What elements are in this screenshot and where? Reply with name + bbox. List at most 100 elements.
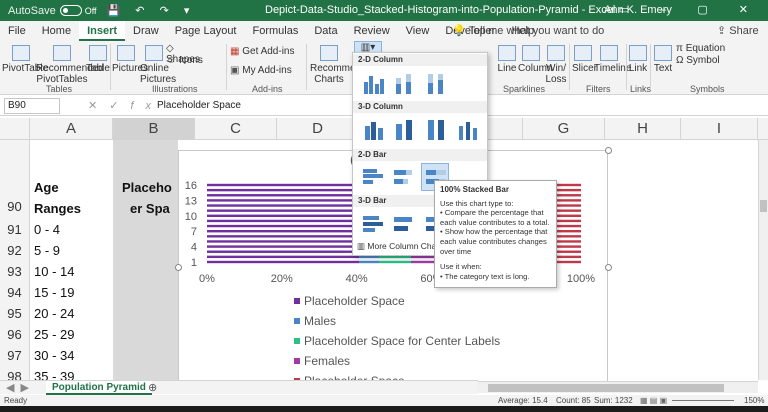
zoom-level[interactable]: 150%: [744, 395, 764, 406]
legend-swatch[interactable]: [294, 298, 300, 304]
tab-formulas[interactable]: Formulas: [245, 21, 307, 41]
column-header-c[interactable]: C: [195, 118, 277, 140]
link-button[interactable]: Link: [628, 45, 648, 74]
column-header-d[interactable]: D: [277, 118, 359, 140]
cell-a94[interactable]: 15 - 19: [34, 285, 74, 300]
sparkline-column-button[interactable]: Column: [518, 45, 552, 74]
column-header-i[interactable]: I: [681, 118, 758, 140]
column-header-h[interactable]: H: [605, 118, 681, 140]
legend-swatch[interactable]: [294, 318, 300, 324]
stacked-column-option[interactable]: [389, 69, 417, 97]
horizontal-scroll-thumb[interactable]: [488, 384, 724, 392]
bar-placeholder-left[interactable]: [207, 230, 359, 233]
row-header-96[interactable]: 96: [0, 324, 30, 345]
bar-placeholder-left[interactable]: [207, 240, 359, 243]
formula-buttons[interactable]: ✕✓fx: [88, 99, 163, 112]
tab-home[interactable]: Home: [34, 21, 79, 41]
bar-placeholder-left[interactable]: [207, 235, 359, 238]
3d-stacked-column-option[interactable]: [389, 115, 417, 143]
add-sheet-button[interactable]: ⊕: [148, 381, 157, 394]
bar-placeholder-left[interactable]: [207, 219, 359, 223]
bar-center-labels[interactable]: [379, 255, 411, 259]
cell-a-header-line2[interactable]: Ranges: [34, 201, 81, 216]
window-controls[interactable]: ▭ – ▢ ✕: [619, 3, 762, 16]
vertical-scrollbar[interactable]: [758, 140, 768, 380]
tab-review[interactable]: Review: [346, 21, 398, 41]
bar-placeholder-left[interactable]: [207, 194, 359, 197]
bar-center-labels[interactable]: [379, 260, 411, 264]
cell-a93[interactable]: 10 - 14: [34, 264, 74, 279]
cell-b-header-line2[interactable]: er Spa: [130, 201, 170, 216]
table-button[interactable]: Table: [86, 45, 110, 74]
cell-a92[interactable]: 5 - 9: [34, 243, 60, 258]
row-header-95[interactable]: 95: [0, 303, 30, 324]
bar-placeholder-left[interactable]: [207, 224, 359, 228]
bar-males[interactable]: [359, 260, 379, 264]
3d-clustered-bar-option[interactable]: [358, 209, 386, 237]
view-buttons[interactable]: ▦ ▤ ▣: [640, 395, 667, 406]
tab-view[interactable]: View: [398, 21, 438, 41]
bar-placeholder-left[interactable]: [207, 245, 359, 248]
bar-placeholder-left[interactable]: [207, 199, 359, 202]
stacked-bar-option[interactable]: [389, 163, 417, 191]
cell-a95[interactable]: 20 - 24: [34, 306, 74, 321]
sheet-tab-population-pyramid[interactable]: Population Pyramid: [46, 381, 152, 395]
legend-entry[interactable]: Females: [304, 354, 350, 368]
3d-stacked-bar-option[interactable]: [389, 209, 417, 237]
online-pictures-button[interactable]: Online Pictures: [140, 45, 176, 85]
tab-insert[interactable]: Insert: [79, 21, 126, 41]
icons-button[interactable]: ☺ Icons: [166, 55, 208, 66]
legend-entry[interactable]: Placeholder Space for Center Labels: [304, 334, 500, 348]
bar-placeholder-left[interactable]: [207, 204, 359, 207]
bar-males[interactable]: [359, 255, 379, 259]
clustered-column-option[interactable]: [358, 69, 386, 97]
name-box[interactable]: B90: [4, 98, 60, 114]
row-header-92[interactable]: 92: [0, 240, 30, 261]
cell-a96[interactable]: 25 - 29: [34, 327, 74, 342]
row-header-94[interactable]: 94: [0, 282, 30, 303]
tab-draw[interactable]: Draw: [125, 21, 167, 41]
row-header-91[interactable]: 91: [0, 219, 30, 240]
row-header-98[interactable]: 98: [0, 366, 30, 380]
chart-handle-topright[interactable]: [605, 147, 612, 154]
clustered-bar-option[interactable]: [358, 163, 386, 191]
chart-handle-right[interactable]: [605, 264, 612, 271]
cell-a91[interactable]: 0 - 4: [34, 222, 60, 237]
bar-placeholder-left[interactable]: [207, 188, 359, 192]
sheet-nav-arrows[interactable]: ◀▶: [6, 381, 35, 394]
cell-a-header-line1[interactable]: Age: [34, 180, 59, 195]
3d-100-stacked-column-option[interactable]: [421, 115, 449, 143]
legend-swatch[interactable]: [294, 338, 300, 344]
vertical-scroll-thumb[interactable]: [760, 200, 767, 212]
my-addins-button[interactable]: ▣ My Add-ins: [230, 65, 300, 76]
tab-file[interactable]: File: [0, 21, 34, 41]
horizontal-scrollbar[interactable]: [478, 381, 758, 393]
bar-placeholder-left[interactable]: [207, 183, 359, 187]
legend-entry[interactable]: Males: [304, 314, 336, 328]
column-header-g[interactable]: G: [523, 118, 605, 140]
cell-a97[interactable]: 30 - 34: [34, 348, 74, 363]
sparkline-line-button[interactable]: Line: [496, 45, 518, 74]
tab-page-layout[interactable]: Page Layout: [167, 21, 245, 41]
sparkline-winloss-button[interactable]: Win/ Loss: [545, 45, 567, 85]
row-header-90[interactable]: 90: [0, 195, 30, 219]
bar-placeholder-left[interactable]: [207, 209, 359, 212]
quick-access-toolbar[interactable]: 💾 ↶ ↷ ▾: [107, 4, 196, 17]
row-header-93[interactable]: 93: [0, 261, 30, 282]
slicer-button[interactable]: Slicer: [572, 45, 597, 74]
tell-me-search[interactable]: 💡 Tell me what you want to do: [452, 21, 604, 41]
row-header-89[interactable]: [0, 140, 30, 195]
column-header-b[interactable]: B: [113, 118, 195, 140]
row-header-97[interactable]: 97: [0, 345, 30, 366]
legend-entry[interactable]: Placeholder Space: [304, 294, 405, 308]
get-addins-button[interactable]: ▦ Get Add-ins: [230, 46, 300, 57]
100-stacked-column-option[interactable]: [421, 69, 449, 97]
cell-a98[interactable]: 35 - 39: [34, 369, 74, 380]
recommended-charts-button[interactable]: Recommended Charts: [310, 45, 378, 85]
equation-button[interactable]: π Equation: [676, 43, 736, 54]
text-button[interactable]: Text: [653, 45, 673, 74]
pivottable-button[interactable]: PivotTable: [2, 45, 48, 74]
symbol-button[interactable]: Ω Symbol: [676, 55, 736, 66]
bar-placeholder-left[interactable]: [207, 255, 359, 259]
formula-input[interactable]: Placeholder Space: [157, 100, 241, 111]
